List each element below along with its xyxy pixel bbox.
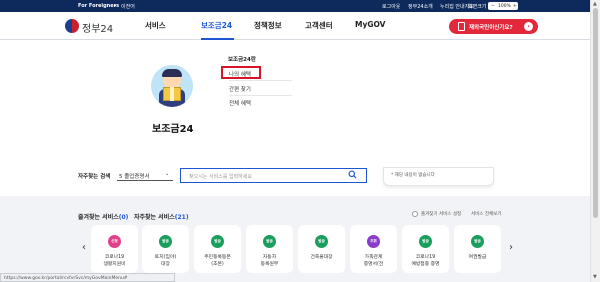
service-badge: 발급 — [471, 235, 484, 248]
carousel-next-icon[interactable]: › — [509, 242, 513, 253]
frequent-search-label: 자주찾는 검색 — [78, 174, 111, 180]
zoom-out-button[interactable]: − — [491, 4, 495, 9]
service-badge: 발급 — [211, 235, 224, 248]
chevron-down-icon[interactable]: ▾ — [114, 3, 116, 8]
chevron-down-icon: ⌄ — [165, 171, 170, 177]
scroll-up-icon[interactable]: ▲ — [593, 1, 597, 7]
foreigners-link[interactable]: For Foreigners — [78, 3, 119, 9]
submenu-all-benefits[interactable]: 전체 혜택 — [229, 99, 292, 107]
submenu-about[interactable]: 보조금24란 — [228, 55, 256, 63]
service-card[interactable]: 발급 코로나19 예방접종 증명 — [402, 225, 449, 273]
nav-services[interactable]: 서비스 — [145, 20, 166, 31]
submenu-label: 간편 찾기 — [229, 87, 251, 93]
zoom-label: 화면크기 — [468, 4, 487, 10]
carousel-prev-icon[interactable]: ‹ — [82, 242, 86, 253]
site-logo[interactable]: 정부24 — [82, 20, 113, 35]
service-badge: 발급 — [159, 235, 172, 248]
service-name: 여권발급 — [468, 255, 487, 260]
service-name-2: 등록원부 — [260, 262, 279, 267]
zoom-control: − 100% + — [488, 2, 518, 10]
service-card[interactable]: 발급 자동차 등록원부 — [246, 225, 293, 273]
tab-count: (0) — [118, 214, 129, 221]
search-notice-card: * 해당 내용이 없습니다 — [383, 167, 494, 186]
submenu-quick-find[interactable]: 간편 찾기 — [229, 85, 292, 96]
cta-label: 재외국민이신가요? — [469, 25, 513, 31]
service-name: 토지(임야) — [154, 255, 177, 260]
tab-label: 자주찾는 서비스 — [134, 214, 175, 221]
favorites-setting-radio[interactable] — [412, 211, 418, 217]
page-scrollbar[interactable]: ▲ ▼ — [590, 0, 600, 282]
service-name-2: 증명서(전 — [363, 262, 384, 267]
submenu-label: 전체 혜택 — [229, 101, 251, 107]
zoom-value: 100% — [498, 3, 511, 9]
service-name: 건축물대장 — [310, 255, 333, 260]
service-name: 주민등록등본 — [204, 255, 231, 260]
tab-favorite-services[interactable]: 즐겨찾는 서비스(0) — [78, 212, 128, 221]
gov24-intro-link[interactable]: 정부24소개 — [408, 3, 433, 10]
english-link[interactable]: 이전어 — [121, 3, 135, 10]
notice-text: * 해당 내용이 없습니다 — [391, 173, 435, 178]
subsidy-mascot-illustration — [151, 65, 193, 107]
status-url: https://www.gov.kr/portal/rcvfvrSvc/myGo… — [4, 275, 128, 281]
search-icon[interactable] — [348, 170, 357, 179]
service-name-2: 대장 — [161, 262, 170, 267]
logout-link[interactable]: 로그아웃 — [382, 3, 400, 10]
service-card[interactable]: 신청 코로나19 생활지원비 — [91, 225, 138, 273]
service-card[interactable]: 발급 여권발급 — [454, 225, 501, 273]
service-name-2: 예방접종 증명 — [411, 262, 440, 267]
service-card[interactable]: 발급 주민등록등본 (초본) — [194, 225, 241, 273]
search-placeholder: 찾으시는 서비스를 입력하세요 — [189, 174, 252, 180]
subsidy-mega-menu — [0, 40, 590, 168]
nav-policy-info[interactable]: 정책정보 — [254, 20, 282, 31]
service-card[interactable]: 조회 가족관계 증명서(전 — [350, 225, 397, 273]
view-all-services-link[interactable]: 서비스 전체보기 — [471, 211, 501, 217]
highlight-annotation — [221, 66, 261, 79]
service-badge: 발급 — [419, 235, 432, 248]
scrollbar-thumb[interactable] — [593, 8, 598, 218]
nav-customer-center[interactable]: 고객센터 — [305, 20, 333, 31]
service-card[interactable]: 발급 건축물대장 — [298, 225, 345, 273]
tab-frequent-services[interactable]: 자주찾는 서비스(21) — [134, 212, 189, 221]
top-utility-bar: For Foreigners ▾ 이전어 로그아웃 정부24소개 누리집 안내지… — [0, 0, 590, 12]
service-badge: 조회 — [367, 235, 380, 248]
nav-subsidy24[interactable]: 보조금24 — [201, 20, 232, 31]
frequent-search-select[interactable]: 5 졸업증명서 ⌄ — [117, 170, 173, 181]
favorites-setting-link[interactable]: 즐겨찾기 서비스 설정 — [421, 211, 461, 217]
service-badge: 발급 — [315, 235, 328, 248]
mega-menu-title: 보조금24 — [152, 124, 194, 135]
search-input[interactable]: 찾으시는 서비스를 입력하세요 — [180, 168, 367, 183]
gov-emblem-icon[interactable] — [65, 19, 79, 33]
service-name: 코로나19 — [415, 255, 436, 260]
passport-icon — [458, 22, 465, 31]
service-name-2: 생활지원비 — [103, 262, 126, 267]
service-name-2: (초본) — [211, 262, 224, 267]
service-name: 자동차 — [262, 255, 277, 260]
nav-mygov[interactable]: MyGOV — [355, 20, 386, 29]
service-name: 코로나19 — [104, 255, 125, 260]
search-section: 자주찾는 검색 5 졸업증명서 ⌄ 찾으시는 서비스를 입력하세요 * 해당 내… — [0, 167, 590, 196]
scroll-down-icon[interactable]: ▼ — [593, 274, 597, 280]
tab-count: (21) — [174, 214, 189, 221]
service-card[interactable]: 발급 토지(임야) 대장 — [142, 225, 189, 273]
overseas-korean-button[interactable]: 재외국민이신가요? › — [449, 19, 538, 34]
browser-status-bar: https://www.gov.kr/portal/rcvfvrSvc/myGo… — [0, 273, 175, 282]
main-header: 정부24 서비스 보조금24 정책정보 고객센터 MyGOV 재외국민이신가요?… — [0, 12, 590, 40]
service-name: 가족관계 — [364, 255, 383, 260]
zoom-in-button[interactable]: + — [513, 4, 517, 9]
tab-label: 즐겨찾는 서비스 — [78, 214, 119, 221]
arrow-right-icon: › — [524, 22, 533, 31]
service-badge: 발급 — [263, 235, 276, 248]
service-badge: 신청 — [108, 235, 121, 248]
select-value: 5 졸업증명서 — [119, 174, 150, 180]
